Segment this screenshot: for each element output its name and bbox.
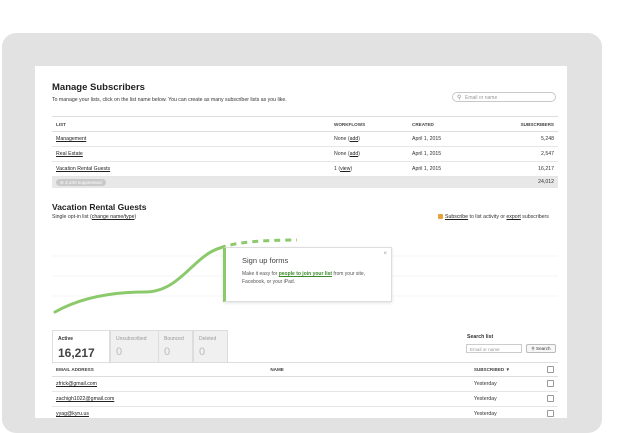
- popup-body: Make it easy for people to join your lis…: [242, 270, 377, 286]
- subscriber-name: [266, 376, 470, 392]
- signup-forms-popup: × Sign up forms Make it easy for people …: [223, 247, 392, 302]
- workflows-view-link[interactable]: view: [340, 166, 350, 172]
- subscribed-date: Yesterday: [469, 406, 543, 418]
- page-description: To manage your lists, click on the list …: [52, 97, 287, 103]
- actions-text: to list activity or: [468, 214, 507, 220]
- tab-bounced[interactable]: Bounced 0: [158, 330, 193, 363]
- list-link-vacation-rental[interactable]: Vacation Rental Guests: [56, 166, 110, 172]
- app-screen: Manage Subscribers To manage your lists,…: [35, 66, 567, 418]
- list-link-real-estate[interactable]: Real Estate: [56, 151, 83, 157]
- created-date: April 1, 2015: [408, 131, 486, 147]
- search-placeholder: Email or name: [465, 95, 498, 101]
- table-row: zfrick@gmail.com Yesterday: [52, 376, 558, 392]
- col-subscribers: SUBSCRIBERS: [486, 116, 558, 132]
- lists-table-header: LIST WORKFLOWS CREATED SUBSCRIBERS: [52, 116, 558, 132]
- subscriber-count: 2,547: [486, 146, 558, 162]
- subscribers-table-header: EMAIL ADDRESS NAME SUBSCRIBED ▼: [52, 362, 558, 377]
- tab-count: 0: [164, 346, 171, 358]
- list-subtitle: Single opt-in list (change name/type): [52, 214, 136, 220]
- workflows-text: ): [358, 151, 360, 157]
- table-row: zachigh1022@gmail.com Yesterday: [52, 391, 558, 407]
- popup-title: Sign up forms: [242, 256, 289, 265]
- subscriber-count: 16,217: [486, 161, 558, 177]
- subtitle-text: ): [134, 214, 137, 220]
- subscribers-table: EMAIL ADDRESS NAME SUBSCRIBED ▼ zfrick@g…: [52, 362, 558, 418]
- row-checkbox[interactable]: [547, 394, 554, 402]
- workflows-text: None (: [334, 136, 350, 142]
- col-email: EMAIL ADDRESS: [52, 362, 267, 377]
- actions-text: subscribers: [520, 214, 549, 220]
- col-list: LIST: [52, 116, 330, 132]
- list-actions: Subscribe to list activity or export sub…: [438, 214, 549, 220]
- search-button[interactable]: ⚲ Search: [526, 344, 556, 353]
- col-subscribed[interactable]: SUBSCRIBED ▼: [469, 362, 543, 377]
- col-name: NAME: [266, 362, 470, 377]
- tab-deleted[interactable]: Deleted 0: [193, 330, 228, 363]
- subscriber-growth-line: [53, 246, 222, 314]
- subtitle-text: Single opt-in list (: [52, 214, 92, 220]
- subscriber-name: [266, 406, 470, 418]
- workflows-text: ): [350, 166, 353, 172]
- tab-label: Bounced: [164, 336, 184, 342]
- created-date: April 1, 2015: [408, 146, 486, 162]
- table-row: Management None (add) April 1, 2015 5,24…: [52, 131, 558, 147]
- workflows-add-link[interactable]: add: [350, 151, 359, 157]
- suppressed-label: 4,240 suppressed: [65, 179, 102, 185]
- tab-label: Active: [58, 336, 74, 342]
- subscribed-date: Yesterday: [469, 391, 543, 407]
- col-created: CREATED: [408, 116, 486, 132]
- subscriber-name: [266, 391, 470, 407]
- select-all-cell: [543, 362, 558, 377]
- search-button-label: Search: [536, 346, 551, 351]
- tab-label: Deleted: [199, 336, 217, 342]
- export-link[interactable]: export: [506, 214, 520, 220]
- change-name-type-link[interactable]: change name/type: [92, 214, 135, 220]
- subscribe-link[interactable]: Subscribe: [445, 214, 468, 220]
- table-row: Real Estate None (add) April 1, 2015 2,5…: [52, 146, 558, 162]
- row-checkbox[interactable]: [547, 379, 554, 387]
- search-list-input[interactable]: Email or name: [466, 344, 522, 353]
- lists-table: LIST WORKFLOWS CREATED SUBSCRIBERS Manag…: [52, 116, 558, 188]
- table-row: Vacation Rental Guests 1 (view) April 1,…: [52, 161, 558, 177]
- suppressed-badge[interactable]: ⊖ 4,240 suppressed: [56, 178, 106, 186]
- workflows-text: ): [358, 136, 360, 142]
- join-list-link[interactable]: people to join your list: [279, 271, 332, 277]
- search-input[interactable]: ⚲ Email or name: [452, 92, 556, 102]
- total-count: 24,012: [486, 176, 558, 188]
- workflows-text: None (: [334, 151, 350, 157]
- rss-icon: [438, 214, 443, 220]
- email-link[interactable]: zachigh1022@gmail.com: [56, 396, 114, 402]
- list-title: Vacation Rental Guests: [52, 202, 147, 212]
- created-date: April 1, 2015: [408, 161, 486, 177]
- search-list-label: Search list: [467, 334, 494, 340]
- tab-label: Unsubscribed: [116, 336, 147, 342]
- tab-active[interactable]: Active 16,217: [52, 330, 110, 364]
- list-link-management[interactable]: Management: [56, 136, 86, 142]
- tab-unsubscribed[interactable]: Unsubscribed 0: [110, 330, 159, 363]
- search-icon: ⚲: [457, 95, 462, 101]
- email-link[interactable]: zfrick@gmail.com: [56, 381, 97, 387]
- tab-count: 16,217: [58, 346, 95, 360]
- col-workflows: WORKFLOWS: [330, 116, 408, 132]
- email-link[interactable]: yyag@kyru.us: [56, 411, 89, 417]
- subscriber-count: 5,248: [486, 131, 558, 147]
- tab-count: 0: [116, 346, 123, 358]
- close-icon[interactable]: ×: [383, 251, 387, 257]
- row-checkbox[interactable]: [547, 409, 554, 417]
- lists-table-footer: ⊖ 4,240 suppressed 24,012: [52, 176, 558, 188]
- subscribed-date: Yesterday: [469, 376, 543, 392]
- tab-count: 0: [199, 346, 206, 358]
- table-row: yyag@kyru.us Yesterday: [52, 406, 558, 418]
- workflows-add-link[interactable]: add: [350, 136, 359, 142]
- page-title: Manage Subscribers: [52, 82, 145, 93]
- select-all-checkbox[interactable]: [547, 365, 554, 373]
- popup-text: Make it easy for: [242, 271, 279, 277]
